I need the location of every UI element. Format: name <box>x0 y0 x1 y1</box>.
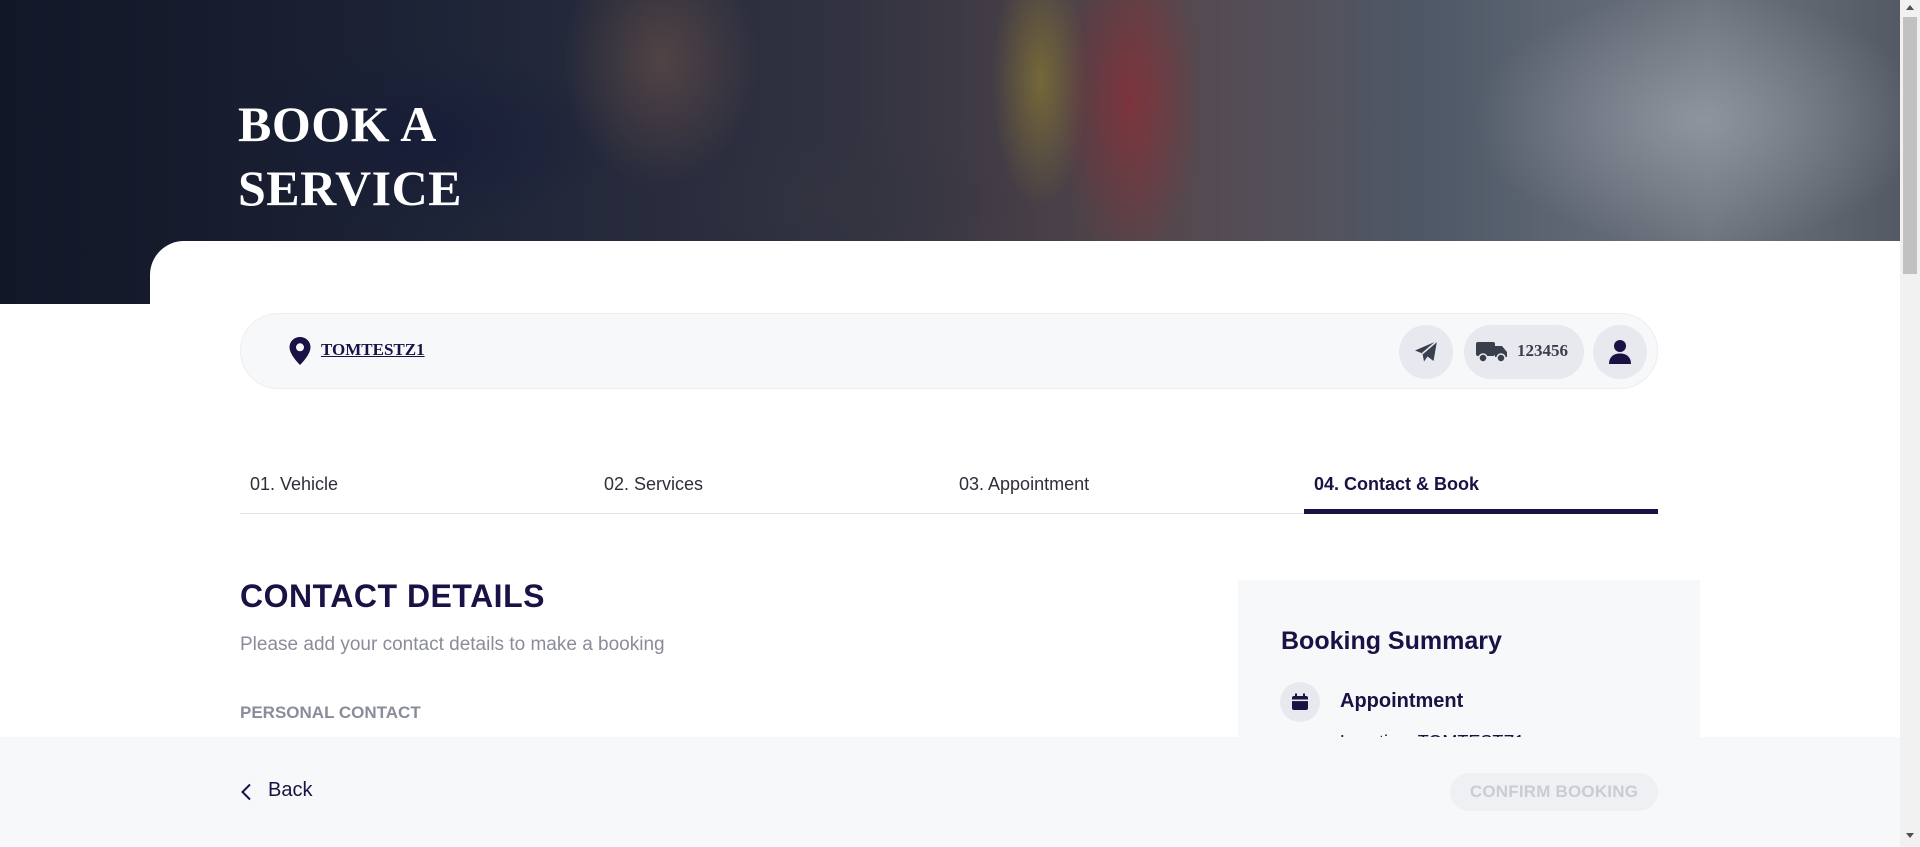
chevron-left-icon <box>241 783 251 801</box>
truck-icon <box>1476 342 1507 363</box>
tab-appointment[interactable]: 03. Appointment <box>949 464 1303 514</box>
appointment-label: Appointment <box>1340 690 1464 712</box>
tab-contact-book[interactable]: 04. Contact & Book <box>1304 464 1658 514</box>
send-button[interactable] <box>1399 325 1453 379</box>
appointment-icon-badge <box>1280 682 1320 722</box>
account-button[interactable] <box>1593 325 1647 379</box>
confirm-booking-button[interactable]: CONFIRM BOOKING <box>1450 773 1658 811</box>
contact-subheading: Please add your contact details to make … <box>240 634 665 655</box>
back-label: Back <box>268 779 313 801</box>
step-tabs: 01. Vehicle 02. Services 03. Appointment… <box>240 464 1658 514</box>
scroll-thumb[interactable] <box>1903 17 1917 274</box>
tab-services[interactable]: 02. Services <box>594 464 948 514</box>
scroll-down-arrow-icon[interactable] <box>1906 833 1914 838</box>
location-link[interactable]: TOMTESTZ1 <box>321 340 425 360</box>
scroll-up-arrow-icon[interactable] <box>1906 5 1914 10</box>
contact-heading: CONTACT DETAILS <box>240 578 545 614</box>
calendar-icon <box>1292 693 1308 710</box>
page-title: BOOK A SERVICE <box>238 96 463 216</box>
personal-contact-label: PERSONAL CONTACT <box>240 703 421 722</box>
summary-title: Booking Summary <box>1281 627 1502 655</box>
user-icon <box>1609 340 1631 364</box>
tab-vehicle[interactable]: 01. Vehicle <box>240 464 594 514</box>
location-bar: TOMTESTZ1 123456 <box>240 313 1658 389</box>
location-pin-icon <box>289 337 311 365</box>
send-icon <box>1415 340 1438 362</box>
footer-bar: Back CONFIRM BOOKING <box>0 737 1900 847</box>
page-scrollbar[interactable] <box>1900 0 1920 847</box>
vehicle-button[interactable]: 123456 <box>1464 325 1584 379</box>
vehicle-number: 123456 <box>1517 341 1568 360</box>
